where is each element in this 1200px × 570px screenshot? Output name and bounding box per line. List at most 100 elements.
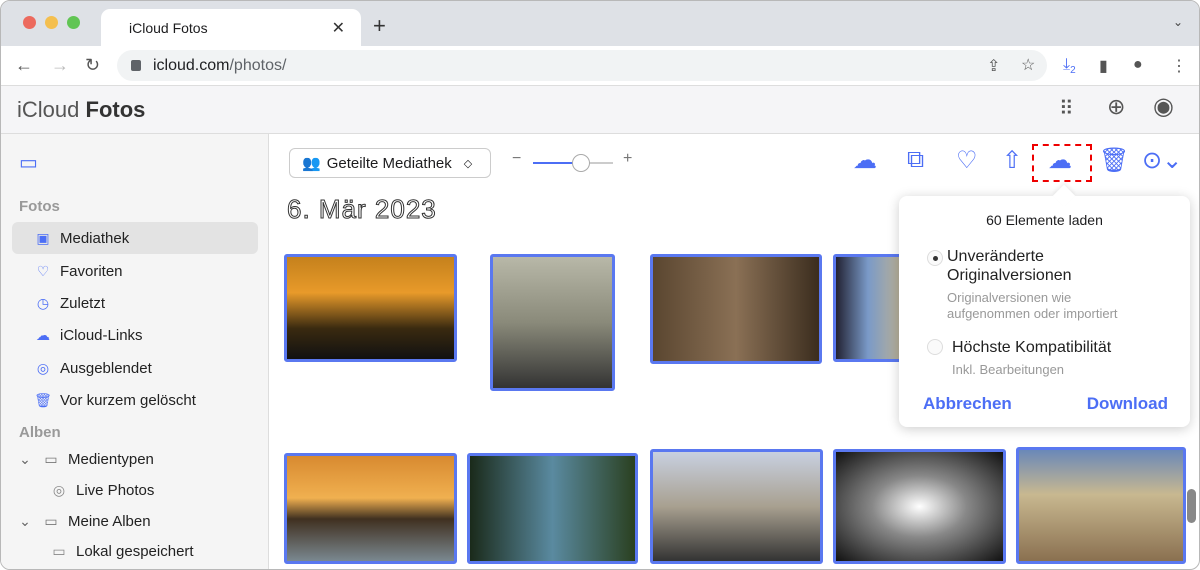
album-meine-alben[interactable]: ⌄ ▭ Meine Alben bbox=[12, 507, 258, 535]
downloads-badge: 2 bbox=[1070, 65, 1076, 77]
eye-slash-icon: ◎ bbox=[36, 359, 50, 376]
sidebar-item-geloescht[interactable]: 🗑 Vor kurzem gelöscht bbox=[12, 384, 258, 416]
photo-thumbnail[interactable] bbox=[833, 449, 1006, 564]
browser-window: iCloud Fotos ✕ + ⌄ ← → ↻ icloud.com/phot… bbox=[0, 0, 1200, 570]
profile-avatar[interactable]: ● bbox=[1133, 56, 1143, 74]
download-button[interactable]: Download bbox=[1087, 394, 1168, 414]
sidebar-item-zuletzt[interactable]: ◷ Zuletzt bbox=[12, 287, 258, 319]
address-bar-row: ← → ↻ icloud.com/photos/ ⇪ ☆ ⤓2 ▮ ● ⋮ bbox=[1, 46, 1199, 86]
sidebar-item-label: Zuletzt bbox=[60, 294, 106, 312]
lock-icon bbox=[131, 60, 141, 71]
chevron-down-icon[interactable]: ⌄ bbox=[16, 513, 34, 530]
people-icon: 👥 bbox=[302, 155, 321, 172]
live-photo-icon: ◎ bbox=[52, 481, 66, 498]
album-lokal-gespeichert[interactable]: ▭ Lokal gespeichert bbox=[12, 537, 258, 565]
downloads-icon[interactable]: ⤓2 bbox=[1063, 56, 1076, 76]
sidebar-item-icloud-links[interactable]: ☁ iCloud-Links bbox=[12, 319, 258, 351]
library-select[interactable]: 👥 Geteilte Mediathek ◇ bbox=[289, 148, 491, 178]
new-tab-button[interactable]: + bbox=[373, 13, 386, 39]
photo-library-icon: ▣ bbox=[36, 229, 50, 246]
album-stack-icon: ▭ bbox=[52, 542, 66, 559]
favorite-heart-icon[interactable]: ♡ bbox=[956, 146, 978, 175]
photo-thumbnail[interactable] bbox=[833, 254, 903, 362]
sidebar-toggle-icon[interactable]: ▭ bbox=[19, 150, 38, 175]
photo-thumbnail[interactable] bbox=[1016, 447, 1186, 564]
browser-tab[interactable]: iCloud Fotos ✕ bbox=[101, 9, 361, 46]
sidebar-item-label: Mediathek bbox=[60, 229, 130, 247]
radio-compatibility[interactable] bbox=[927, 339, 943, 355]
photo-thumbnail[interactable] bbox=[650, 449, 823, 564]
app-grid-icon[interactable]: ⠿ bbox=[1059, 96, 1074, 121]
option-originals-description: Originalversionen wie aufgenommen oder i… bbox=[947, 290, 1118, 321]
zoom-window-button[interactable] bbox=[67, 16, 80, 29]
section-heading-albums: Alben bbox=[19, 424, 61, 441]
popover-title: 60 Elemente laden bbox=[986, 212, 1103, 228]
photo-thumbnail[interactable] bbox=[467, 453, 638, 564]
album-label: Medientypen bbox=[68, 450, 154, 468]
cancel-button[interactable]: Abbrechen bbox=[923, 394, 1012, 414]
more-options-icon[interactable]: ⊙⌄ bbox=[1142, 146, 1182, 175]
bookmark-star-icon[interactable]: ☆ bbox=[1021, 55, 1035, 75]
option-compatibility-description: Inkl. Bearbeitungen bbox=[952, 362, 1065, 377]
date-heading: 6. Mär 2023 bbox=[287, 194, 437, 225]
tab-list-chevron-icon[interactable]: ⌄ bbox=[1173, 15, 1183, 29]
chevron-down-icon[interactable]: ⌄ bbox=[16, 451, 34, 468]
reload-button[interactable]: ↻ bbox=[85, 55, 100, 76]
url-field[interactable]: icloud.com/photos/ ⇪ ☆ bbox=[117, 50, 1047, 81]
minimize-window-button[interactable] bbox=[45, 16, 58, 29]
photo-thumbnail[interactable] bbox=[284, 453, 457, 564]
add-icon[interactable]: ⊕ bbox=[1107, 94, 1125, 120]
slider-knob[interactable] bbox=[572, 154, 590, 172]
sidebar-toggle-icon[interactable]: ▮ bbox=[1099, 56, 1108, 76]
brand-name: Fotos bbox=[85, 97, 146, 122]
scrollbar-thumb[interactable] bbox=[1187, 489, 1196, 523]
tab-bar: iCloud Fotos ✕ + ⌄ bbox=[1, 1, 1199, 46]
share-icon[interactable]: ⇧ bbox=[1002, 146, 1022, 175]
sidebar: ▭ Fotos ▣ Mediathek ♡ Favoriten ◷ Zuletzt ☁… bbox=[1, 134, 269, 569]
upload-icon[interactable]: ☁ bbox=[853, 146, 877, 175]
sidebar-item-label: Vor kurzem gelöscht bbox=[60, 391, 196, 409]
option-compatibility-label[interactable]: Höchste Kompatibilität bbox=[952, 338, 1111, 357]
radio-originals[interactable] bbox=[927, 250, 943, 266]
url-path: /photos/ bbox=[229, 56, 287, 74]
brand-prefix: iCloud bbox=[17, 97, 80, 122]
library-select-label: Geteilte Mediathek bbox=[326, 154, 452, 172]
back-button[interactable]: ← bbox=[15, 55, 33, 76]
sidebar-item-mediathek[interactable]: ▣ Mediathek bbox=[12, 222, 258, 254]
album-label: Lokal gespeichert bbox=[76, 542, 194, 560]
zoom-out-icon[interactable]: − bbox=[512, 150, 521, 168]
zoom-slider[interactable]: − + bbox=[512, 150, 642, 172]
delete-trash-icon[interactable]: 🗑 bbox=[1099, 146, 1129, 175]
close-window-button[interactable] bbox=[23, 16, 36, 29]
sidebar-item-label: Favoriten bbox=[60, 262, 123, 280]
select-arrows-icon: ◇ bbox=[463, 157, 473, 170]
add-to-album-icon[interactable]: ⧉ bbox=[907, 146, 924, 174]
section-heading-photos: Fotos bbox=[19, 198, 60, 215]
photo-thumbnail[interactable] bbox=[490, 254, 615, 391]
photo-thumbnail[interactable] bbox=[284, 254, 457, 362]
share-page-icon[interactable]: ⇪ bbox=[987, 56, 1000, 76]
sidebar-item-label: Ausgeblendet bbox=[60, 359, 152, 377]
heart-icon: ♡ bbox=[36, 262, 50, 279]
forward-button[interactable]: → bbox=[51, 55, 69, 76]
album-stack-icon: ▭ bbox=[44, 450, 58, 467]
url-host: icloud.com bbox=[153, 56, 230, 74]
trash-icon: 🗑 bbox=[34, 391, 52, 408]
sidebar-item-ausgeblendet[interactable]: ◎ Ausgeblendet bbox=[12, 352, 258, 384]
sidebar-item-favoriten[interactable]: ♡ Favoriten bbox=[12, 255, 258, 287]
zoom-in-icon[interactable]: + bbox=[623, 150, 632, 168]
album-stack-icon: ▭ bbox=[44, 512, 58, 529]
download-popover: 60 Elemente laden Unveränderte Originalv… bbox=[899, 196, 1190, 427]
album-label: Meine Alben bbox=[68, 512, 151, 530]
close-tab-icon[interactable]: ✕ bbox=[332, 18, 345, 38]
album-medientypen[interactable]: ⌄ ▭ Medientypen bbox=[12, 445, 258, 473]
browser-menu-icon[interactable]: ⋮ bbox=[1171, 56, 1187, 76]
clock-icon: ◷ bbox=[36, 294, 50, 311]
tab-title: iCloud Fotos bbox=[129, 19, 208, 36]
option-originals-label[interactable]: Unveränderte Originalversionen bbox=[947, 247, 1107, 285]
account-icon[interactable]: ◉ bbox=[1153, 92, 1174, 121]
slider-track[interactable] bbox=[533, 154, 613, 172]
photo-thumbnail[interactable] bbox=[650, 254, 822, 364]
app-header: iCloud Fotos ⠿ ⊕ ◉ bbox=[1, 86, 1199, 134]
album-live-photos[interactable]: ◎ Live Photos bbox=[12, 476, 258, 504]
